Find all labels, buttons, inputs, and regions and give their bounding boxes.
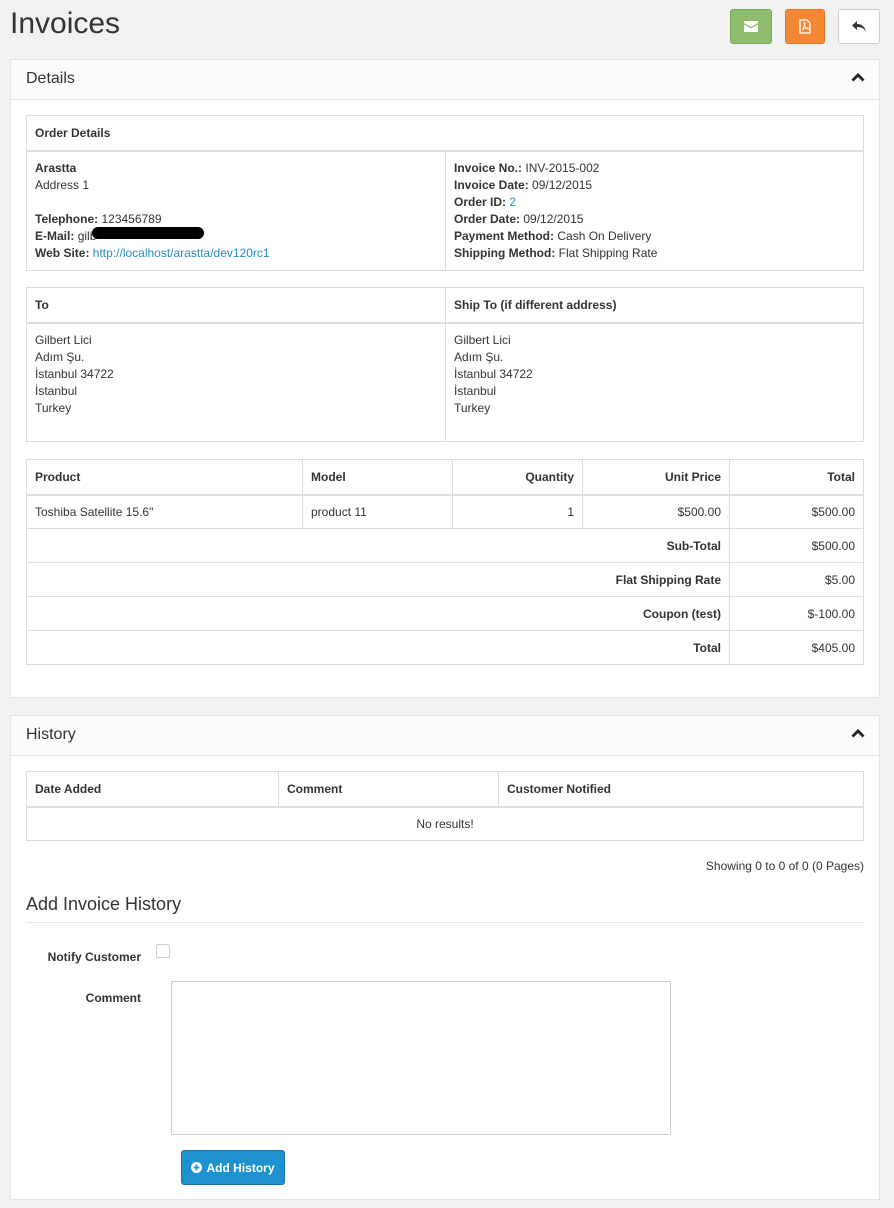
email-label: E-Mail: <box>35 228 75 243</box>
envelope-icon <box>744 21 758 32</box>
totals-row: Total $405.00 <box>26 630 864 665</box>
product-unit-price: $500.00 <box>582 494 730 529</box>
payment-method-label: Payment Method: <box>454 228 555 243</box>
plus-circle-icon <box>191 1162 203 1173</box>
chevron-up-icon[interactable] <box>851 728 865 738</box>
shipping-method: Flat Shipping Rate <box>558 245 658 260</box>
email-redaction <box>92 227 204 239</box>
store-name: Arastta <box>35 160 77 175</box>
ship-address-line: Adım Şu. <box>454 349 504 364</box>
add-history-button[interactable]: Add History <box>181 1150 285 1185</box>
store-website-link[interactable]: http://localhost/arastta/dev120rc1 <box>93 246 270 260</box>
totals-row: Coupon (test) $-100.00 <box>26 596 864 631</box>
add-history-title: Add Invoice History <box>26 894 182 914</box>
to-address-line: Adım Şu. <box>35 349 85 364</box>
store-telephone: 123456789 <box>101 211 162 226</box>
history-panel-title: History <box>26 726 76 743</box>
back-button[interactable] <box>838 9 880 44</box>
subtotal-value: $500.00 <box>729 528 864 563</box>
grand-total-label: Total <box>693 640 721 655</box>
col-unit-price: Unit Price <box>582 459 730 496</box>
invoice-info: Invoice No.: INV-2015-002 Invoice Date: … <box>445 150 864 271</box>
add-history-label: Add History <box>206 1160 275 1175</box>
col-total: Total <box>729 459 864 496</box>
notify-customer-checkbox[interactable] <box>156 944 170 958</box>
page-title: Invoices <box>10 7 121 40</box>
ship-address-line: İstanbul <box>454 383 497 398</box>
ship-address-line: Turkey <box>454 400 491 415</box>
history-table: Date Added Comment Customer Notified No … <box>26 771 864 841</box>
ship-address-line: İstanbul 34722 <box>454 366 533 381</box>
pagination-text: Showing 0 to 0 of 0 (0 Pages) <box>705 859 864 873</box>
ship-to-header: Ship To (if different address) <box>445 287 864 324</box>
address-table: To Ship To (if different address) Gilber… <box>26 287 864 442</box>
col-customer-notified: Customer Notified <box>498 771 864 808</box>
col-product: Product <box>26 459 303 496</box>
pdf-button[interactable] <box>785 9 825 44</box>
grand-total-value: $405.00 <box>729 630 864 665</box>
to-address-line: İstanbul <box>35 383 78 398</box>
coupon-value: $-100.00 <box>729 596 864 631</box>
invoice-no: INV-2015-002 <box>525 160 600 175</box>
totals-row: Flat Shipping Rate $5.00 <box>26 562 864 597</box>
order-id-label: Order ID: <box>454 194 507 209</box>
comment-textarea[interactable] <box>171 981 671 1135</box>
pdf-file-icon <box>799 19 811 34</box>
to-address-line: İstanbul 34722 <box>35 366 114 381</box>
coupon-label: Coupon (test) <box>643 606 721 621</box>
product-name: Toshiba Satellite 15.6" <box>26 494 303 529</box>
invoice-date-label: Invoice Date: <box>454 177 529 192</box>
order-details-header: Order Details <box>26 115 864 152</box>
order-details-table: Order Details Arastta Address 1 Telephon… <box>26 115 864 271</box>
col-date-added: Date Added <box>26 771 279 808</box>
col-model: Model <box>302 459 453 496</box>
ship-address: Gilbert Lici Adım Şu. İstanbul 34722 İst… <box>445 322 864 442</box>
email-button[interactable] <box>730 9 772 44</box>
product-model: product 11 <box>302 494 453 529</box>
invoice-date: 09/12/2015 <box>532 177 593 192</box>
history-panel-heading: History <box>11 716 879 756</box>
payment-method: Cash On Delivery <box>557 228 652 243</box>
chevron-up-icon[interactable] <box>851 72 865 82</box>
divider <box>26 922 864 923</box>
col-quantity: Quantity <box>452 459 583 496</box>
store-address: Address 1 <box>35 177 90 192</box>
order-id-link[interactable]: 2 <box>509 195 516 209</box>
product-quantity: 1 <box>452 494 583 529</box>
product-total: $500.00 <box>729 494 864 529</box>
products-table: Product Model Quantity Unit Price Total … <box>26 459 864 665</box>
to-address-line: Gilbert Lici <box>35 332 92 347</box>
notify-customer-label: Notify Customer <box>47 950 141 964</box>
to-address: Gilbert Lici Adım Şu. İstanbul 34722 İst… <box>26 322 446 442</box>
reply-icon <box>852 21 866 32</box>
totals-row: Sub-Total $500.00 <box>26 528 864 563</box>
shipping-label: Flat Shipping Rate <box>615 572 721 587</box>
no-results-text: No results! <box>26 806 864 841</box>
details-panel-title: Details <box>26 70 75 87</box>
telephone-label: Telephone: <box>35 211 99 226</box>
invoice-no-label: Invoice No.: <box>454 160 523 175</box>
to-address-line: Turkey <box>35 400 72 415</box>
website-label: Web Site: <box>35 245 90 260</box>
comment-label: Comment <box>85 991 141 1005</box>
store-info: Arastta Address 1 Telephone: 123456789 E… <box>26 150 446 271</box>
order-date-label: Order Date: <box>454 211 521 226</box>
ship-address-line: Gilbert Lici <box>454 332 511 347</box>
shipping-method-label: Shipping Method: <box>454 245 556 260</box>
subtotal-label: Sub-Total <box>666 538 721 553</box>
to-header: To <box>26 287 446 324</box>
col-comment: Comment <box>278 771 499 808</box>
details-panel-heading: Details <box>11 60 879 100</box>
table-row: Toshiba Satellite 15.6" product 11 1 $50… <box>26 494 864 529</box>
shipping-value: $5.00 <box>729 562 864 597</box>
order-date: 09/12/2015 <box>523 211 584 226</box>
